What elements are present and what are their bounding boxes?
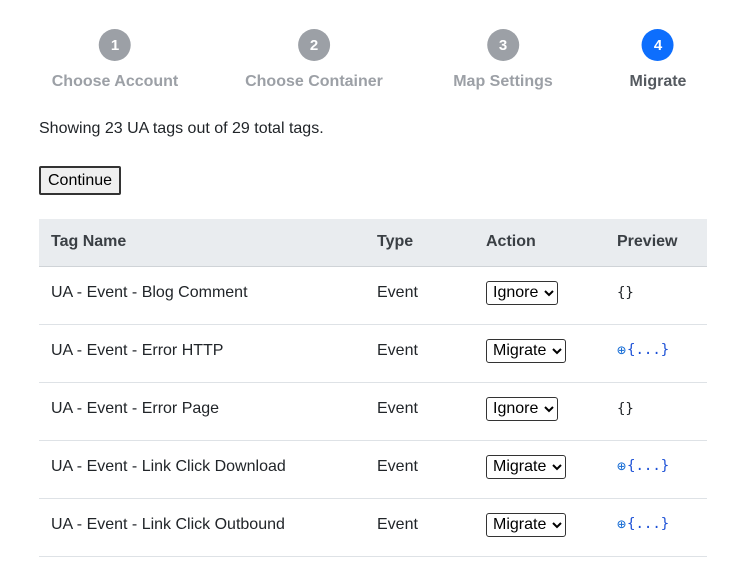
- preview-cell: {}: [605, 266, 707, 325]
- action-cell: Migrate: [474, 324, 605, 383]
- table-row: UA - Event - Link Click Download Event M…: [39, 440, 707, 499]
- plus-circle-icon[interactable]: ⊕: [617, 341, 626, 359]
- tags-table: Tag Name Type Action Preview UA - Event …: [39, 219, 707, 557]
- migration-stepper: 1 Choose Account 2 Choose Container 3 Ma…: [0, 29, 737, 99]
- table-row: UA - Event - Link Click Outbound Event M…: [39, 498, 707, 557]
- action-select[interactable]: Ignore: [486, 396, 558, 421]
- plus-circle-icon[interactable]: ⊕: [617, 457, 626, 475]
- tag-type-cell: Event: [365, 324, 474, 383]
- table-row: UA - Event - Error HTTP Event Migrate ⊕{…: [39, 324, 707, 383]
- column-header-action: Action: [474, 219, 605, 267]
- table-header-row: Tag Name Type Action Preview: [39, 219, 707, 267]
- step-number-badge: 2: [297, 29, 330, 61]
- step-map-settings: 3 Map Settings: [453, 29, 553, 91]
- column-header-type: Type: [365, 219, 474, 267]
- json-preview: {}: [617, 400, 634, 417]
- tag-type-cell: Event: [365, 440, 474, 499]
- action-cell: Migrate: [474, 440, 605, 499]
- column-header-preview: Preview: [605, 219, 707, 267]
- continue-button[interactable]: Continue: [39, 166, 122, 195]
- action-select[interactable]: Migrate: [486, 512, 566, 537]
- tag-name-cell: UA - Event - Error HTTP: [39, 324, 365, 383]
- preview-cell: ⊕ {...}: [605, 440, 707, 499]
- tag-type-cell: Event: [365, 266, 474, 325]
- step-migrate: 4 Migrate: [629, 29, 687, 91]
- tag-name-cell: UA - Event - Link Click Outbound: [39, 498, 365, 557]
- action-select[interactable]: Ignore: [486, 280, 558, 305]
- table-row: UA - Event - Error Page Event Ignore {}: [39, 382, 707, 441]
- action-cell: Ignore: [474, 382, 605, 441]
- preview-cell: {}: [605, 382, 707, 441]
- tag-type-cell: Event: [365, 382, 474, 441]
- step-number-badge: 1: [99, 29, 131, 61]
- action-cell: Migrate: [474, 498, 605, 557]
- action-cell: Ignore: [474, 266, 605, 325]
- step-number-badge: 4: [642, 29, 674, 61]
- json-preview: {}: [617, 284, 634, 301]
- step-label: Map Settings: [453, 73, 553, 90]
- json-preview-toggle[interactable]: ⊕ {...}: [617, 341, 669, 359]
- tag-count-summary: Showing 23 UA tags out of 29 total tags.: [39, 120, 324, 137]
- step-number-badge: 3: [487, 29, 519, 61]
- step-label: Choose Account: [51, 73, 179, 90]
- tag-type-cell: Event: [365, 498, 474, 557]
- step-choose-account: 1 Choose Account: [51, 29, 179, 91]
- action-select[interactable]: Migrate: [486, 454, 566, 479]
- json-preview-toggle[interactable]: ⊕ {...}: [617, 457, 669, 475]
- tag-name-cell: UA - Event - Blog Comment: [39, 266, 365, 325]
- step-label: Choose Container: [245, 73, 383, 90]
- column-header-tag-name: Tag Name: [39, 219, 365, 267]
- table-row: UA - Event - Blog Comment Event Ignore {…: [39, 266, 707, 325]
- plus-circle-icon[interactable]: ⊕: [617, 515, 626, 533]
- step-label: Migrate: [629, 73, 687, 90]
- preview-cell: ⊕ {...}: [605, 324, 707, 383]
- preview-cell: ⊕ {...}: [605, 498, 707, 557]
- tag-name-cell: UA - Event - Link Click Download: [39, 440, 365, 499]
- json-preview-toggle[interactable]: ⊕ {...}: [617, 515, 669, 533]
- step-choose-container: 2 Choose Container: [245, 29, 383, 91]
- tag-name-cell: UA - Event - Error Page: [39, 382, 365, 441]
- action-select[interactable]: Migrate: [486, 338, 566, 363]
